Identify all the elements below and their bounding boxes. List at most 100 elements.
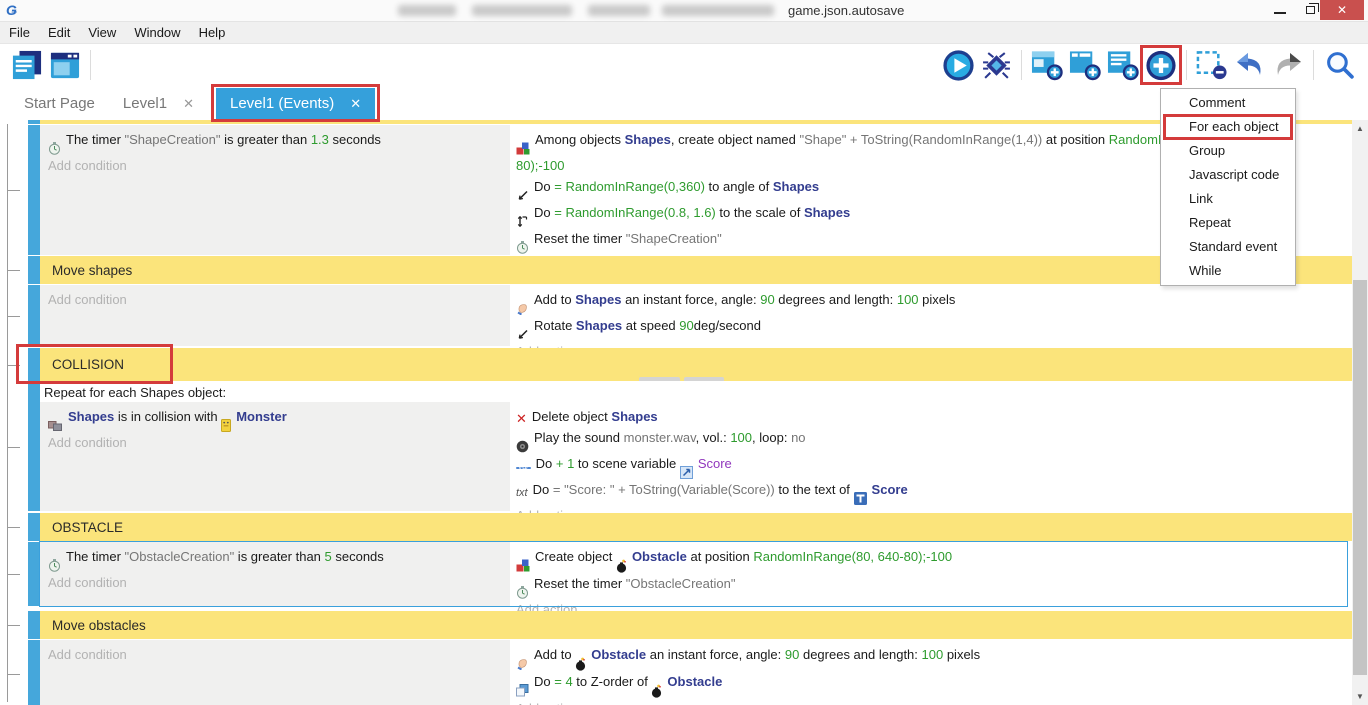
menubar-item-view[interactable]: View [79, 25, 125, 40]
toolbar-add-external-event-icon[interactable] [1069, 49, 1101, 81]
tab-close-icon[interactable]: ✕ [350, 96, 361, 111]
menubar-item-edit[interactable]: Edit [39, 25, 79, 40]
text-segment: no [791, 430, 805, 445]
text-segment: Reset the timer [534, 231, 626, 246]
timer-icon [48, 559, 61, 572]
row-body: Move shapes [40, 256, 1352, 284]
comment-row[interactable]: Move shapes [28, 256, 1352, 284]
menu-item-comment[interactable]: Comment [1161, 91, 1295, 115]
minimize-button[interactable] [1266, 0, 1294, 20]
action-line[interactable]: Add to Shapes an instant force, angle: 9… [516, 289, 1341, 315]
tab-start-page[interactable]: Start Page [10, 88, 109, 120]
condition-line[interactable]: The timer "ShapeCreation" is greater tha… [48, 129, 502, 155]
monster-icon [221, 419, 231, 432]
toolbar-add-event-icon[interactable] [1145, 49, 1177, 81]
toolbar-add-scene-event-icon[interactable] [1031, 49, 1063, 81]
menubar-item-window[interactable]: Window [125, 25, 189, 40]
toolbar-project-manager-icon[interactable] [11, 49, 43, 81]
bomb-icon [575, 657, 586, 671]
scroll-up-arrow[interactable]: ▲ [1352, 120, 1368, 137]
text-segment: 90 [760, 292, 774, 307]
add-condition-button[interactable]: Add condition [48, 432, 502, 453]
comment-row[interactable]: COLLISION [28, 348, 1352, 381]
event-selection-strip[interactable] [28, 611, 40, 639]
vertical-scrollbar[interactable]: ▲ ▼ [1352, 120, 1368, 705]
add-condition-button[interactable]: Add condition [48, 572, 502, 593]
action-line[interactable]: ✕Delete object Shapes [516, 406, 1341, 427]
text-segment: = 4 [554, 674, 572, 689]
event-row[interactable]: The timer "ObstacleCreation" is greater … [28, 542, 1352, 606]
action-line[interactable]: Add to Obstacle an instant force, angle:… [516, 644, 1341, 671]
event-selection-strip[interactable] [28, 120, 40, 124]
toolbar-add-comment-event-icon[interactable] [1107, 49, 1139, 81]
menu-item-link[interactable]: Link [1161, 187, 1295, 211]
action-line[interactable]: Play the sound monster.wav, vol.: 100, l… [516, 427, 1341, 453]
toolbar-editors-icon[interactable] [49, 49, 81, 81]
text-segment: = RandomInRange(0,360) [554, 179, 705, 194]
add-condition-button[interactable]: Add condition [48, 155, 502, 176]
foreach-event-header[interactable]: Repeat for each Shapes object: [40, 383, 1347, 402]
event-selection-strip[interactable] [28, 513, 40, 541]
menu-item-standard-event[interactable]: Standard event [1161, 235, 1295, 259]
condition-line[interactable]: The timer "ObstacleCreation" is greater … [48, 546, 502, 572]
comment-row[interactable]: OBSTACLE [28, 513, 1352, 541]
menu-item-while[interactable]: While [1161, 259, 1295, 283]
toolbar-undo-icon[interactable] [1234, 49, 1266, 81]
tab-level1[interactable]: Level1✕ [109, 88, 208, 120]
menubar-item-help[interactable]: Help [190, 25, 235, 40]
tab-close-icon[interactable]: ✕ [183, 96, 194, 111]
hidden-button-edge [639, 377, 680, 381]
text-segment: Delete object [532, 409, 612, 424]
menu-item-group[interactable]: Group [1161, 139, 1295, 163]
text-segment: monster.wav [624, 430, 696, 445]
event-selection-strip[interactable] [28, 348, 40, 381]
close-button[interactable]: ✕ [1320, 0, 1364, 20]
action-line[interactable]: Create object Obstacle at position Rando… [516, 546, 1341, 573]
text-segment: pixels [943, 647, 980, 662]
tab-level1-events-[interactable]: Level1 (Events)✕ [216, 88, 375, 120]
event-selection-strip[interactable] [28, 542, 40, 606]
text-segment: Add to [534, 647, 575, 662]
text-segment: Shapes [773, 179, 819, 194]
event-row[interactable]: Add condition Add to Shapes an instant fo… [28, 285, 1352, 346]
event-row[interactable]: Add condition Add to Obstacle an instant … [28, 640, 1352, 705]
tree-tick [7, 674, 20, 675]
event-columns: Shapes is in collision with MonsterAdd c… [40, 402, 1347, 511]
event-selection-strip[interactable] [28, 256, 40, 284]
menu-item-javascript-code[interactable]: Javascript code [1161, 163, 1295, 187]
action-line[interactable]: Do = 4 to Z-order of Obstacle [516, 671, 1341, 698]
condition-line[interactable]: Shapes is in collision with Monster [48, 406, 502, 432]
menubar-item-file[interactable]: File [0, 25, 39, 40]
text-segment: Do [533, 482, 553, 497]
text-segment: "ShapeCreation" [125, 132, 221, 147]
event-selection-strip[interactable] [28, 383, 40, 511]
toolbar-debug-icon[interactable] [980, 49, 1012, 81]
conditions-column: The timer "ShapeCreation" is greater tha… [40, 125, 510, 255]
comment-row[interactable]: Move obstacles [28, 611, 1352, 639]
text-segment: Shapes [575, 292, 621, 307]
action-line[interactable]: VarDo + 1 to scene variable Score [516, 453, 1341, 479]
event-row[interactable]: The timer "ShapeCreation" is greater tha… [28, 125, 1352, 255]
event-selection-strip[interactable] [28, 285, 40, 346]
action-line[interactable]: Reset the timer "ObstacleCreation" [516, 573, 1341, 599]
text-segment: is greater than [234, 549, 324, 564]
event-selection-strip[interactable] [28, 640, 40, 705]
toolbar-search-icon[interactable] [1323, 49, 1355, 81]
toolbar-play-icon[interactable] [942, 49, 974, 81]
add-condition-button[interactable]: Add condition [48, 289, 502, 310]
add-action-button[interactable]: Add action [516, 698, 1341, 705]
scroll-down-arrow[interactable]: ▼ [1352, 688, 1368, 705]
add-condition-button[interactable]: Add condition [48, 644, 502, 665]
bomb-icon [651, 684, 662, 698]
event-row[interactable]: Repeat for each Shapes object:Shapes is … [28, 383, 1352, 511]
scrollbar-thumb[interactable] [1353, 280, 1367, 675]
action-line[interactable]: txtDo = "Score: " + ToString(Variable(Sc… [516, 479, 1341, 505]
event-selection-strip[interactable] [28, 125, 40, 255]
action-line[interactable]: Rotate Shapes at speed 90deg/second [516, 315, 1341, 341]
toolbar-remove-event-icon[interactable] [1196, 49, 1228, 81]
menu-item-for-each-object[interactable]: For each object [1161, 115, 1295, 139]
toolbar-redo-icon[interactable] [1272, 49, 1304, 81]
menu-item-repeat[interactable]: Repeat [1161, 211, 1295, 235]
tree-line [7, 124, 8, 702]
text-segment: 5 [325, 549, 332, 564]
